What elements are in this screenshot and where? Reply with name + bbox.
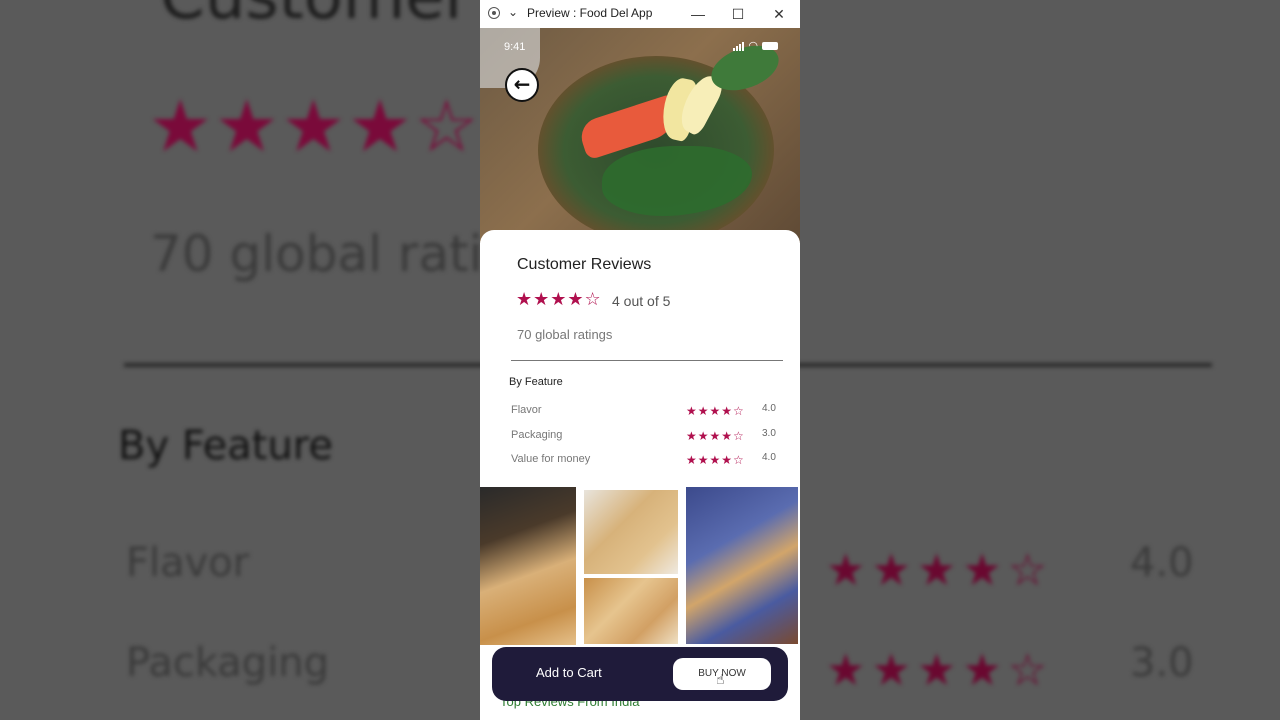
global-ratings: 70 global ratings — [517, 327, 613, 342]
feature-row-packaging: Packaging ★★★★☆ 3.0 — [511, 428, 776, 447]
by-feature-title: By Feature — [509, 376, 563, 388]
feature-stars: ★★★★☆ — [686, 429, 745, 443]
feature-value: 4.0 — [762, 452, 776, 463]
arrow-left-icon: ← — [513, 72, 531, 96]
back-button[interactable]: ← — [505, 68, 539, 102]
close-button[interactable]: ✕ — [768, 3, 790, 25]
bg-row-value: 4.0 — [1130, 540, 1194, 586]
battery-icon — [762, 41, 778, 50]
record-icon[interactable] — [488, 7, 500, 19]
food-hero-image — [480, 28, 800, 243]
bg-row-label: Flavor — [126, 540, 250, 586]
bg-by-feature: By Feature — [118, 423, 333, 469]
rating-stars: ★★★★☆ — [516, 289, 602, 310]
reviews-card: Customer Reviews ★★★★☆ 4 out of 5 70 glo… — [480, 230, 800, 650]
signal-icon — [733, 41, 745, 51]
review-photo[interactable] — [686, 487, 798, 644]
feature-label: Packaging — [511, 429, 563, 441]
maximize-button[interactable]: ☐ — [727, 3, 749, 25]
reviews-title: Customer Reviews — [517, 256, 652, 273]
feature-value: 4.0 — [762, 403, 776, 414]
review-photo[interactable] — [584, 578, 678, 644]
review-photo[interactable] — [480, 487, 576, 645]
feature-label: Flavor — [511, 404, 542, 416]
bg-row-value: 3.0 — [1130, 640, 1194, 686]
feature-stars: ★★★★☆ — [686, 404, 745, 418]
bg-row-label: Packaging — [126, 640, 330, 686]
preview-window: ⌄ Preview : Food Del App — ☐ ✕ 9:41 ◠ ← … — [480, 0, 800, 720]
wifi-icon: ◠ — [748, 40, 758, 52]
window-title: Preview : Food Del App — [527, 6, 653, 20]
status-time: 9:41 — [504, 41, 526, 53]
feature-row-value-for-money: Value for money ★★★★☆ 4.0 — [511, 452, 776, 471]
review-photo[interactable] — [584, 490, 678, 574]
add-to-cart-button[interactable]: Add to Cart — [536, 665, 602, 680]
bottom-action-bar: Add to Cart BUY NOW — [492, 647, 788, 701]
bg-row-stars: ★★★★☆ — [826, 545, 1054, 596]
feature-label: Value for money — [511, 453, 591, 465]
status-icons: ◠ — [733, 39, 778, 52]
feature-row-flavor: Flavor ★★★★☆ 4.0 — [511, 403, 776, 422]
bg-stars: ★★★★☆ — [148, 84, 481, 168]
minimize-button[interactable]: — — [687, 3, 709, 25]
app-screen: 9:41 ◠ ← Customer Reviews ★★★★☆ 4 out of… — [480, 28, 800, 720]
bg-row-stars: ★★★★☆ — [826, 645, 1054, 696]
window-titlebar: ⌄ Preview : Food Del App — ☐ ✕ — [480, 0, 800, 28]
rating-text: 4 out of 5 — [612, 293, 671, 309]
hand-pointer-icon: ☝ — [716, 672, 725, 688]
divider — [511, 360, 783, 361]
feature-stars: ★★★★☆ — [686, 453, 745, 467]
feature-value: 3.0 — [762, 428, 776, 439]
chevron-down-icon[interactable]: ⌄ — [508, 5, 518, 19]
